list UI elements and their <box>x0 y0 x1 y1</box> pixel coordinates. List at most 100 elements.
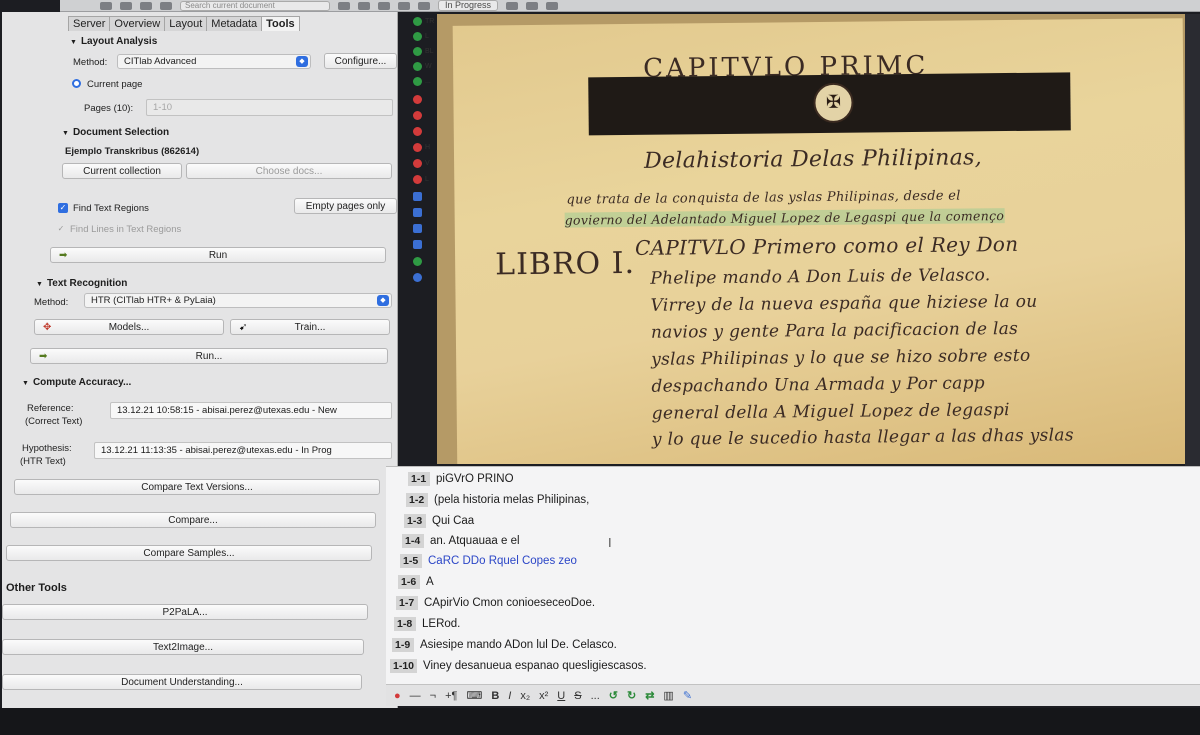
keyboard-icon[interactable]: ⌨ <box>466 689 482 702</box>
recognition-run-button[interactable]: ➡ Run... <box>30 348 388 364</box>
transcription-line[interactable]: 1-9 Asiesipe mando ADon lul De. Celasco. <box>392 635 617 655</box>
not-icon[interactable]: ¬ <box>430 690 436 702</box>
layout-icon[interactable]: ▥ <box>663 689 673 702</box>
tool-wrench[interactable] <box>413 237 425 251</box>
tool-split-l[interactable]: L <box>413 172 429 186</box>
bold-button[interactable]: B <box>491 690 499 702</box>
subscript-button[interactable]: x₂ <box>520 690 530 702</box>
record-icon[interactable]: ● <box>394 690 401 702</box>
toolbar-icon[interactable] <box>398 1 410 10</box>
p2pala-button[interactable]: P2PaLA... <box>2 604 368 620</box>
tool-w[interactable]: W <box>413 59 432 73</box>
transcription-line[interactable]: 1-6 A <box>398 572 434 592</box>
train-button[interactable]: ➹ Train... <box>230 319 390 335</box>
configure-button[interactable]: Configure... <box>324 53 397 69</box>
search-input[interactable]: Search current document <box>180 0 330 11</box>
tool-merge[interactable] <box>413 189 425 203</box>
tool-split-2[interactable] <box>413 124 425 138</box>
compare-text-versions-button[interactable]: Compare Text Versions... <box>14 479 380 495</box>
toolbar-icon[interactable] <box>526 1 539 10</box>
image-canvas[interactable]: CAPITVLO PRIMC ✠ Delahistoria Delas Phil… <box>437 14 1185 464</box>
reference-select[interactable]: 13.12.21 10:58:15 - abisai.perez@utexas.… <box>110 402 392 419</box>
hypothesis-select[interactable]: 13.12.21 11:13:35 - abisai.perez@utexas.… <box>94 442 392 459</box>
line-text[interactable]: CApirVio Cmon conioeseceoDoe. <box>424 597 595 609</box>
la-method-select[interactable]: CITlab Advanced ◆ <box>117 54 311 69</box>
document-understanding-button[interactable]: Document Understanding... <box>2 674 362 690</box>
tab-overview[interactable]: Overview <box>109 16 166 31</box>
tool-split-h[interactable]: H <box>413 140 430 154</box>
toolbar-icon[interactable] <box>546 1 559 10</box>
wrench-icon[interactable]: ✎ <box>683 689 692 702</box>
tool-delete[interactable] <box>413 92 425 106</box>
toolbar-icon[interactable] <box>358 1 370 10</box>
models-button[interactable]: ✥ Models... <box>34 319 224 335</box>
tool-l[interactable]: L <box>413 29 429 43</box>
empty-pages-only-button[interactable]: Empty pages only <box>294 198 397 214</box>
tool-help[interactable] <box>413 270 425 284</box>
strikethrough-button[interactable]: S <box>574 690 581 702</box>
superscript-button[interactable]: x² <box>539 690 548 702</box>
dash-icon[interactable]: — <box>410 690 421 702</box>
tr-method-select[interactable]: HTR (CITlab HTR+ & PyLaia) ◆ <box>84 293 392 308</box>
tool-edit[interactable] <box>413 221 425 235</box>
line-text[interactable]: Asiesipe mando ADon lul De. Celasco. <box>420 639 617 651</box>
toolbar-icon[interactable] <box>160 1 172 10</box>
layout-run-button[interactable]: ➡ Run <box>50 247 386 263</box>
transcription-line[interactable]: 1-7 CApirVio Cmon conioeseceoDoe. <box>396 593 595 613</box>
transcription-line[interactable]: 1-3 Qui Caa <box>404 511 474 531</box>
find-lines-checkbox[interactable]: ✓ <box>56 224 66 234</box>
line-text[interactable]: Qui Caa <box>432 515 474 527</box>
document-selection-title[interactable]: ▼ Document Selection <box>62 127 169 138</box>
tool-split-v[interactable]: V <box>413 156 430 170</box>
toolbar-icon[interactable] <box>140 1 152 10</box>
line-text[interactable]: LERod. <box>422 618 460 630</box>
line-text[interactable]: an. Atquauaa e el <box>430 535 520 547</box>
italic-button[interactable]: I <box>508 690 511 702</box>
tab-layout[interactable]: Layout <box>164 16 208 31</box>
line-text[interactable]: piGVrO PRINO <box>436 473 514 485</box>
tool-table[interactable] <box>413 205 425 219</box>
transcription-line[interactable]: 1-8 LERod. <box>394 614 460 634</box>
tool-undo[interactable] <box>413 254 425 268</box>
toolbar-icon[interactable] <box>100 1 112 10</box>
tool-split-1[interactable] <box>413 108 425 122</box>
transcription-line[interactable]: 1-5 CaRC DDo Rquel Copes zeo <box>400 551 577 571</box>
transcription-line[interactable]: 1-2 (pela historia melas Philipinas, <box>406 490 589 510</box>
tool-more[interactable]: ... <box>413 74 431 88</box>
toolbar-icon[interactable] <box>120 1 132 10</box>
transcription-editor[interactable]: 1-1 piGVrO PRINO 1-2 (pela historia melas … <box>386 466 1200 684</box>
toolbar-icon[interactable] <box>378 1 390 10</box>
choose-docs-button[interactable]: Choose docs... <box>186 163 392 179</box>
status-select[interactable]: In Progress <box>438 0 499 11</box>
line-text[interactable]: A <box>426 576 434 588</box>
tab-metadata[interactable]: Metadata <box>206 16 263 31</box>
more-button[interactable]: ... <box>591 690 600 702</box>
compute-accuracy-title[interactable]: ▼ Compute Accuracy... <box>22 377 131 388</box>
toolbar-icon[interactable] <box>338 1 350 10</box>
current-page-radio[interactable] <box>72 79 81 88</box>
line-text[interactable]: Viney desanueua espanao quesligiescasos. <box>423 660 647 672</box>
pages-input[interactable]: 1-10 <box>146 99 393 116</box>
toolbar-icon[interactable] <box>506 1 519 10</box>
line-text[interactable]: (pela historia melas Philipinas, <box>434 494 589 506</box>
line-text-selected[interactable]: CaRC DDo Rquel Copes zeo <box>428 555 577 567</box>
text-recognition-title[interactable]: ▼ Text Recognition <box>36 278 127 289</box>
pilcrow-icon[interactable]: +¶ <box>445 690 457 702</box>
swap-icon[interactable]: ⇄ <box>645 689 654 702</box>
undo-icon[interactable]: ↺ <box>609 689 618 702</box>
tool-bl[interactable]: BL <box>413 44 434 58</box>
compare-button[interactable]: Compare... <box>10 512 376 528</box>
tab-tools[interactable]: Tools <box>261 16 300 31</box>
compare-samples-button[interactable]: Compare Samples... <box>6 545 372 561</box>
tab-server[interactable]: Server <box>68 16 111 31</box>
layout-analysis-title[interactable]: ▼ Layout Analysis <box>70 36 157 47</box>
tool-tr[interactable]: TR <box>413 14 434 28</box>
current-collection-button[interactable]: Current collection <box>62 163 182 179</box>
underline-button[interactable]: U <box>557 690 565 702</box>
transcription-line[interactable]: 1-10 Viney desanueua espanao quesligiesca… <box>390 656 647 676</box>
find-text-regions-checkbox[interactable]: ✓ <box>58 203 68 213</box>
toolbar-icon[interactable] <box>418 1 430 10</box>
redo-icon[interactable]: ↻ <box>627 689 636 702</box>
transcription-line[interactable]: 1-1 piGVrO PRINO <box>408 469 514 489</box>
transcription-line[interactable]: 1-4 an. Atquauaa e el <box>402 531 520 551</box>
